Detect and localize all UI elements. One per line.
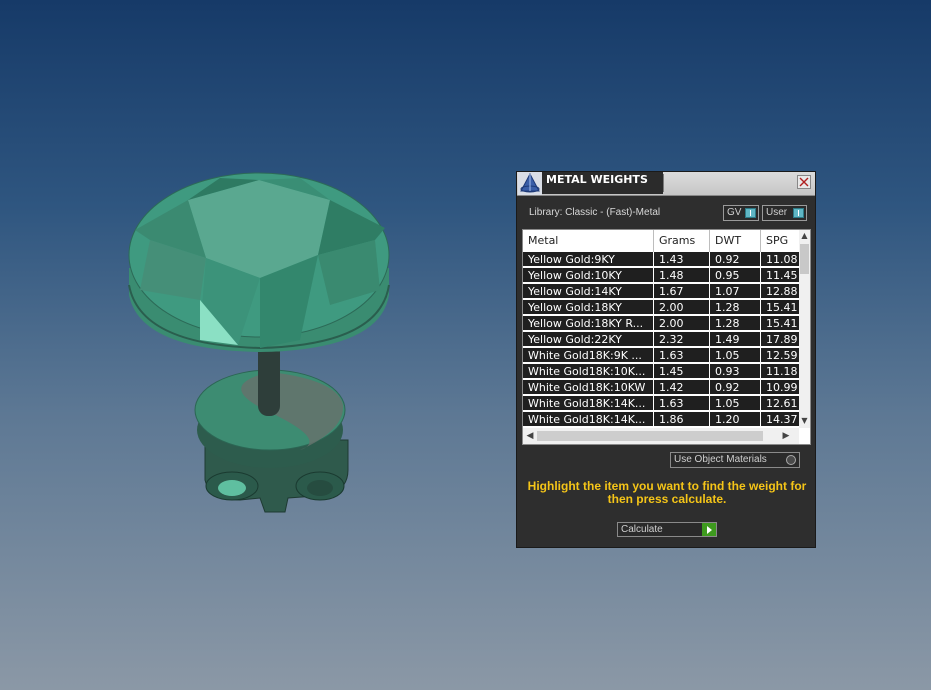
user-toggle[interactable]: User [762, 205, 807, 221]
cell-metal: Yellow Gold:9KY [523, 252, 653, 267]
cell-spg: 11.45 [761, 268, 799, 283]
table-row[interactable]: Yellow Gold:18KY 2.00 1.28 15.41 [523, 300, 799, 316]
cell-metal: Yellow Gold:14KY [523, 284, 653, 299]
scroll-up-icon[interactable]: ▲ [800, 231, 809, 241]
cell-spg: 12.59 [761, 348, 799, 363]
cell-spg: 12.61 [761, 396, 799, 411]
close-icon [799, 177, 809, 187]
cell-metal: White Gold18K:14K... [523, 396, 653, 411]
cell-dwt: 0.95 [710, 268, 760, 283]
cell-grams: 2.32 [654, 332, 709, 347]
table-row[interactable]: Yellow Gold:22KY 2.32 1.49 17.89 [523, 332, 799, 348]
cell-metal: White Gold18K:14K... [523, 412, 653, 427]
cell-metal: Yellow Gold:22KY [523, 332, 653, 347]
table-header: Metal Grams DWT SPG [523, 230, 799, 252]
library-label: Library: Classic - (Fast)-Metal [529, 207, 661, 218]
cell-grams: 1.63 [654, 348, 709, 363]
scroll-left-icon[interactable]: ◀ [525, 430, 535, 442]
cell-spg: 15.41 [761, 316, 799, 331]
use-object-materials-toggle[interactable]: Use Object Materials [670, 452, 800, 468]
cell-spg: 12.88 [761, 284, 799, 299]
cell-spg: 11.08 [761, 252, 799, 267]
cell-spg: 10.99 [761, 380, 799, 395]
toggle-switch-icon [745, 208, 756, 218]
vertical-scroll-thumb[interactable] [800, 244, 809, 274]
toggle-switch-icon [793, 208, 804, 218]
scroll-right-icon[interactable]: ▶ [781, 430, 791, 442]
titlebar-divider [663, 174, 664, 192]
cell-spg: 11.18 [761, 364, 799, 379]
cell-dwt: 1.28 [710, 316, 760, 331]
cell-metal: Yellow Gold:18KY [523, 300, 653, 315]
cell-grams: 1.43 [654, 252, 709, 267]
cell-dwt: 1.05 [710, 396, 760, 411]
calculate-label: Calculate [621, 524, 663, 535]
cell-grams: 1.86 [654, 412, 709, 427]
cell-metal: White Gold18K:10KW [523, 380, 653, 395]
cell-spg: 15.41 [761, 300, 799, 315]
use-object-materials-label: Use Object Materials [674, 454, 767, 465]
cell-dwt: 1.49 [710, 332, 760, 347]
cell-dwt: 1.28 [710, 300, 760, 315]
metal-weights-panel: METAL WEIGHTS Library: Classic - (Fast)-… [516, 171, 816, 548]
table-row[interactable]: Yellow Gold:14KY 1.67 1.07 12.88 [523, 284, 799, 300]
gv-toggle-label: GV [727, 207, 742, 218]
radio-icon [786, 455, 796, 465]
cell-dwt: 0.92 [710, 380, 760, 395]
cell-grams: 2.00 [654, 316, 709, 331]
cell-dwt: 0.93 [710, 364, 760, 379]
panel-titlebar[interactable]: METAL WEIGHTS [517, 172, 815, 196]
cell-grams: 1.45 [654, 364, 709, 379]
close-button[interactable] [797, 175, 811, 189]
column-header-grams[interactable]: Grams [654, 230, 710, 252]
cell-dwt: 1.20 [710, 412, 760, 427]
column-header-metal[interactable]: Metal [523, 230, 654, 252]
gv-toggle[interactable]: GV [723, 205, 759, 221]
horizontal-scrollbar[interactable]: ◀ ▶ [523, 428, 799, 444]
table-row[interactable]: White Gold18K:10KW 1.42 0.92 10.99 [523, 380, 799, 396]
table-row[interactable]: White Gold18K:10K... 1.45 0.93 11.18 [523, 364, 799, 380]
table-row[interactable]: Yellow Gold:10KY 1.48 0.95 11.45 [523, 268, 799, 284]
matrix-logo-icon [518, 172, 542, 195]
table-body: Yellow Gold:9KY 1.43 0.92 11.08 Yellow G… [523, 252, 799, 428]
cell-metal: White Gold18K:9K ... [523, 348, 653, 363]
table-row[interactable]: White Gold18K:9K ... 1.63 1.05 12.59 [523, 348, 799, 364]
cell-metal: Yellow Gold:10KY [523, 268, 653, 283]
cell-dwt: 1.05 [710, 348, 760, 363]
cell-grams: 1.48 [654, 268, 709, 283]
cell-dwt: 0.92 [710, 252, 760, 267]
instruction-text: Highlight the item you want to find the … [527, 479, 807, 506]
panel-title: METAL WEIGHTS [542, 172, 663, 194]
table-row[interactable]: Yellow Gold:18KY R... 2.00 1.28 15.41 [523, 316, 799, 332]
table-row[interactable]: White Gold18K:14K... 1.86 1.20 14.37 [523, 412, 799, 428]
vertical-scrollbar[interactable]: ▲ ▼ [799, 230, 810, 428]
cell-grams: 2.00 [654, 300, 709, 315]
horizontal-scroll-thumb[interactable] [537, 431, 763, 441]
calculate-button[interactable]: Calculate [617, 522, 717, 537]
cell-spg: 14.37 [761, 412, 799, 427]
column-header-dwt[interactable]: DWT [710, 230, 761, 252]
cell-dwt: 1.07 [710, 284, 760, 299]
cell-grams: 1.63 [654, 396, 709, 411]
cell-metal: Yellow Gold:18KY R... [523, 316, 653, 331]
table-row[interactable]: White Gold18K:14K... 1.63 1.05 12.61 [523, 396, 799, 412]
table-row[interactable]: Yellow Gold:9KY 1.43 0.92 11.08 [523, 252, 799, 268]
user-toggle-label: User [766, 207, 788, 218]
scroll-down-icon[interactable]: ▼ [800, 416, 809, 426]
cell-grams: 1.67 [654, 284, 709, 299]
cell-metal: White Gold18K:10K... [523, 364, 653, 379]
metal-weights-table[interactable]: Metal Grams DWT SPG Yellow Gold:9KY 1.43… [522, 229, 811, 445]
play-arrow-icon [702, 523, 716, 536]
cell-spg: 17.89 [761, 332, 799, 347]
cell-grams: 1.42 [654, 380, 709, 395]
column-header-spg[interactable]: SPG [761, 230, 801, 252]
